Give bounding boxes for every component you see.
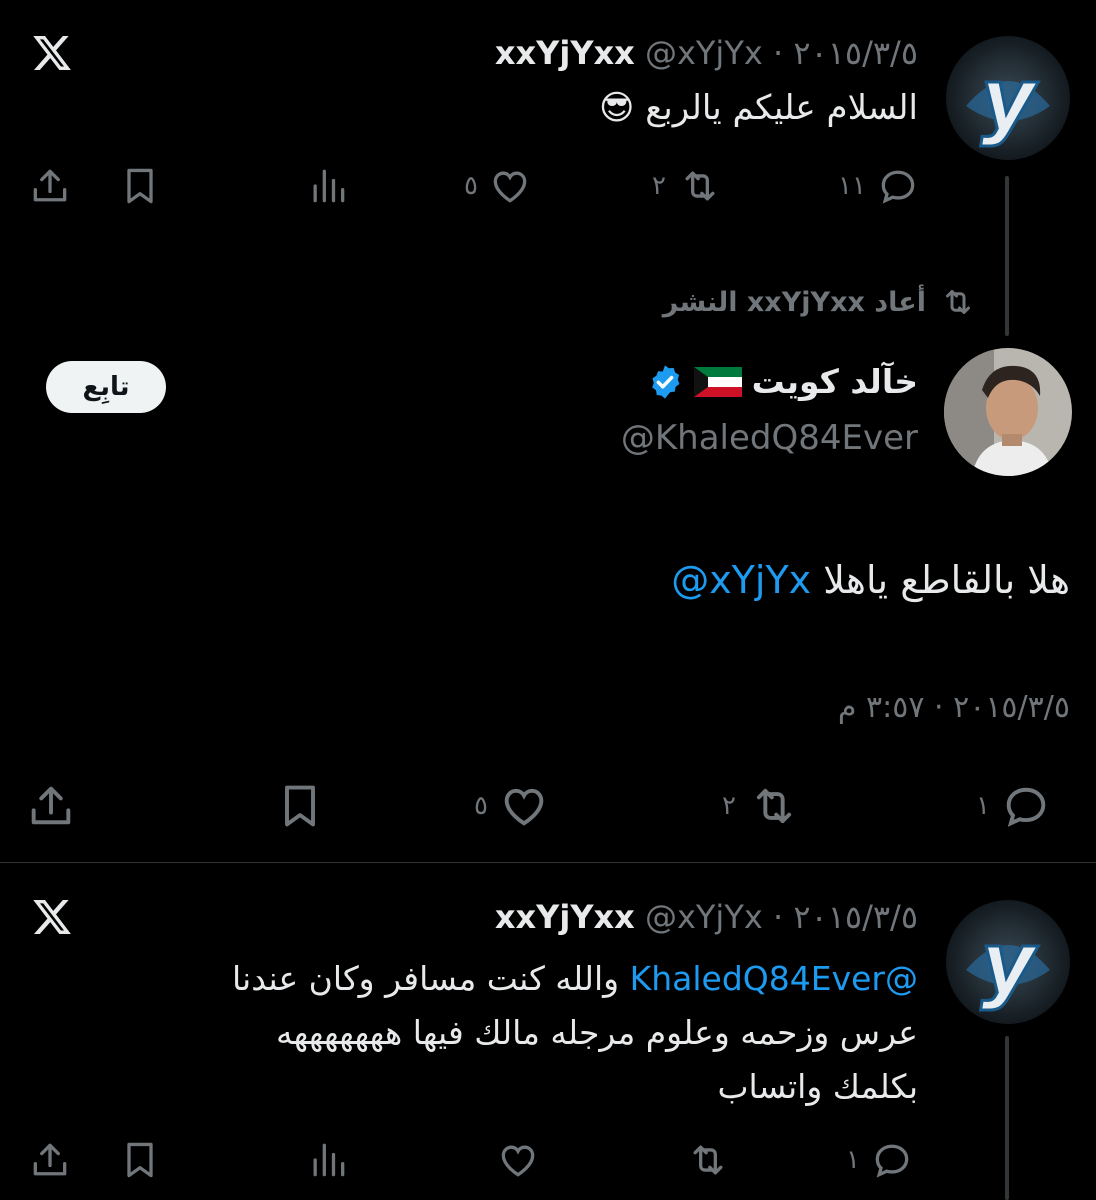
retweet-icon: [693, 1145, 723, 1175]
views-button[interactable]: [306, 164, 350, 208]
bookmark-icon: [127, 1142, 153, 1178]
retweet-icon: [946, 290, 970, 314]
tweet-text: @KhaledQ84Ever والله كنت مسافر وكان عندن…: [232, 952, 918, 1114]
tweet-header: xxYjYxx @xYjYx · ٢٠١٥/٣/٥: [495, 898, 918, 936]
views-button[interactable]: [306, 1138, 350, 1182]
tweet-timestamp[interactable]: ٢٠١٥/٣/٥ · ٣:٥٧ م: [838, 690, 1070, 725]
tweet-line-2: عرس وزحمه وعلوم مرجله مالك فيها هههههههه: [275, 1013, 918, 1052]
tweet-line-1: @KhaledQ84Ever والله كنت مسافر وكان عندن…: [232, 952, 918, 1006]
tweet-header: xxYjYxx @xYjYx · ٢٠١٥/٣/٥: [495, 34, 918, 72]
like-count: ٥: [464, 171, 478, 201]
divider: [0, 862, 1096, 863]
share-button[interactable]: [28, 164, 72, 208]
reply-icon: [1006, 787, 1046, 827]
like-icon: [501, 1145, 535, 1177]
tweet-line-3: بكلمك واتساب: [717, 1067, 918, 1106]
retweet-count: ٢: [652, 171, 666, 201]
separator: ·: [772, 34, 784, 72]
reply-count: ١١: [838, 171, 866, 201]
display-name[interactable]: xxYjYxx: [495, 898, 635, 936]
reply-button[interactable]: ١: [976, 780, 1052, 832]
reply-count: ١: [846, 1145, 860, 1175]
tweet-date[interactable]: ٢٠١٥/٣/٥: [793, 898, 918, 936]
reply-icon: [881, 170, 915, 204]
kuwait-flag-icon: [693, 366, 742, 397]
bookmark-icon: [285, 785, 315, 827]
tweet-body: هلا بالقاطع ياهلا: [823, 558, 1070, 602]
retweet-banner[interactable]: أعاد xxYjYxx النشر: [663, 284, 978, 320]
display-name[interactable]: خآلد كويت: [752, 362, 918, 401]
handle[interactable]: @xYjYx: [645, 34, 763, 72]
avatar[interactable]: y: [946, 900, 1070, 1024]
verified-badge-icon: [651, 364, 680, 399]
like-button[interactable]: ٥: [474, 780, 550, 832]
svg-text:y: y: [981, 50, 1039, 148]
like-button[interactable]: [496, 1138, 540, 1182]
avatar[interactable]: y: [946, 36, 1070, 160]
retweet-icon: [685, 171, 715, 201]
retweet-icon: [756, 788, 792, 824]
tweet-body-1: والله كنت مسافر وكان عندنا: [231, 959, 620, 998]
avatar[interactable]: [944, 348, 1072, 476]
views-icon: [313, 169, 345, 203]
thread-line: [1005, 176, 1009, 336]
follow-button[interactable]: تابِع: [46, 361, 166, 413]
like-button[interactable]: ٥: [464, 164, 532, 208]
tweet-date[interactable]: ٢٠١٥/٣/٥: [793, 34, 918, 72]
bookmark-icon: [127, 168, 153, 204]
x-logo-icon: [30, 896, 74, 942]
like-icon: [504, 788, 544, 826]
bookmark-button[interactable]: [118, 164, 162, 208]
share-icon: [33, 1143, 67, 1176]
reply-button[interactable]: ١: [846, 1138, 914, 1182]
separator: ·: [772, 898, 784, 936]
mention-link[interactable]: @KhaledQ84Ever: [630, 959, 918, 998]
handle[interactable]: @KhaledQ84Ever: [621, 418, 918, 458]
views-icon: [313, 1143, 345, 1177]
svg-text:y: y: [981, 914, 1039, 1012]
reply-count: ١: [976, 791, 990, 821]
share-icon: [31, 786, 71, 825]
like-count: ٥: [474, 791, 488, 821]
bookmark-button[interactable]: [274, 780, 326, 832]
share-icon: [33, 169, 67, 202]
retweet-button[interactable]: ٢: [652, 164, 724, 208]
retweet-button[interactable]: ٢: [722, 780, 802, 832]
retweet-banner-text: أعاد xxYjYxx النشر: [662, 286, 926, 318]
handle[interactable]: @xYjYx: [645, 898, 763, 936]
retweet-count: ٢: [722, 791, 736, 821]
tweet-text: السلام عليكم يالربع 😎: [598, 88, 918, 128]
tweet-text: @xYjYx هلا بالقاطع ياهلا: [671, 558, 1070, 602]
share-button[interactable]: [24, 780, 78, 832]
bookmark-button[interactable]: [118, 1138, 162, 1182]
share-button[interactable]: [28, 1138, 72, 1182]
reply-button[interactable]: ١١: [838, 164, 920, 208]
display-name-row: خآلد كويت: [646, 362, 918, 401]
like-icon: [493, 171, 527, 203]
reply-icon: [875, 1144, 909, 1178]
retweet-button[interactable]: [684, 1138, 732, 1182]
display-name[interactable]: xxYjYxx: [495, 34, 635, 72]
mention-link[interactable]: @xYjYx: [671, 558, 811, 602]
x-logo-icon: [30, 32, 74, 78]
thread-line: [1005, 1036, 1009, 1200]
